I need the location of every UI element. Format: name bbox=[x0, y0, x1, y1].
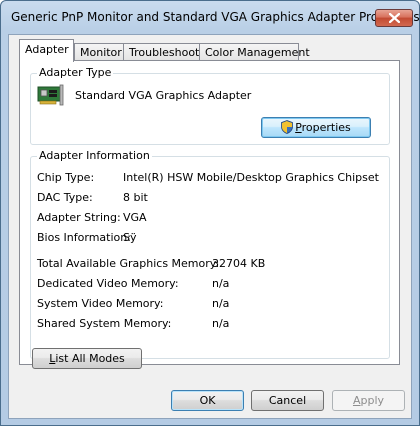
uac-shield-icon bbox=[281, 120, 294, 140]
adapter-information-group: Adapter Information Chip Type: Intel(R) … bbox=[30, 149, 390, 359]
shared-system-memory-label: Shared System Memory: bbox=[37, 317, 172, 330]
dedicated-video-memory-label: Dedicated Video Memory: bbox=[37, 277, 179, 290]
shared-system-memory-value: n/a bbox=[212, 317, 230, 330]
group-label-adapter-type: Adapter Type bbox=[37, 66, 114, 79]
tab-monitor[interactable]: Monitor bbox=[74, 43, 124, 61]
list-all-modes-button[interactable]: List All Modes bbox=[32, 348, 142, 369]
adapter-string-label: Adapter String: bbox=[37, 211, 121, 224]
graphics-card-icon bbox=[36, 83, 64, 111]
tab-label: Adapter bbox=[25, 43, 69, 56]
dedicated-video-memory-value: n/a bbox=[212, 277, 230, 290]
cancel-button[interactable]: Cancel bbox=[251, 390, 324, 411]
tab-label: Troubleshoot bbox=[129, 46, 200, 59]
window-title: Generic PnP Monitor and Standard VGA Gra… bbox=[11, 10, 420, 24]
chip-type-value: Intel(R) HSW Mobile/Desktop Graphics Chi… bbox=[123, 171, 379, 184]
adapter-string-value: VGA bbox=[123, 211, 147, 224]
dac-type-label: DAC Type: bbox=[37, 191, 93, 204]
bios-information-value: Sÿ bbox=[123, 231, 137, 244]
adapter-type-group: Adapter Type Standard VGA Graphics Adapt… bbox=[30, 66, 390, 145]
title-bar[interactable]: Generic PnP Monitor and Standard VGA Gra… bbox=[1, 1, 420, 33]
tab-adapter[interactable]: Adapter bbox=[19, 39, 74, 62]
ok-label: OK bbox=[199, 394, 216, 407]
total-graphics-memory-value: 32704 KB bbox=[212, 257, 266, 270]
close-icon bbox=[389, 13, 400, 23]
tab-troubleshoot[interactable]: Troubleshoot bbox=[123, 43, 200, 61]
dialog-client-area: Adapter Monitor Troubleshoot Color Manag… bbox=[8, 34, 412, 419]
dac-type-value: 8 bit bbox=[123, 191, 148, 204]
system-video-memory-label: System Video Memory: bbox=[37, 297, 164, 310]
close-button[interactable] bbox=[375, 9, 413, 27]
apply-accel: A bbox=[352, 394, 361, 407]
group-label-adapter-information: Adapter Information bbox=[37, 149, 152, 162]
apply-label: pply bbox=[360, 394, 385, 407]
total-graphics-memory-label: Total Available Graphics Memory: bbox=[37, 257, 220, 270]
chip-type-label: Chip Type: bbox=[37, 171, 95, 184]
ok-button[interactable]: OK bbox=[171, 390, 244, 411]
properties-button[interactable]: Properties bbox=[261, 117, 371, 138]
list-all-modes-label: ist All Modes bbox=[55, 352, 125, 365]
adapter-name: Standard VGA Graphics Adapter bbox=[75, 89, 252, 102]
adapter-tab-panel: Adapter Type Standard VGA Graphics Adapt… bbox=[19, 60, 400, 365]
cancel-label: Cancel bbox=[268, 394, 307, 407]
apply-button[interactable]: Apply bbox=[332, 390, 405, 411]
tab-color-management[interactable]: Color Management bbox=[199, 43, 310, 61]
tab-label: Monitor bbox=[80, 46, 122, 59]
system-video-memory-value: n/a bbox=[212, 297, 230, 310]
bios-information-label: Bios Information: bbox=[37, 231, 131, 244]
properties-dialog: Generic PnP Monitor and Standard VGA Gra… bbox=[0, 0, 420, 426]
properties-label: roperties bbox=[301, 121, 351, 134]
tab-label: Color Management bbox=[205, 46, 310, 59]
